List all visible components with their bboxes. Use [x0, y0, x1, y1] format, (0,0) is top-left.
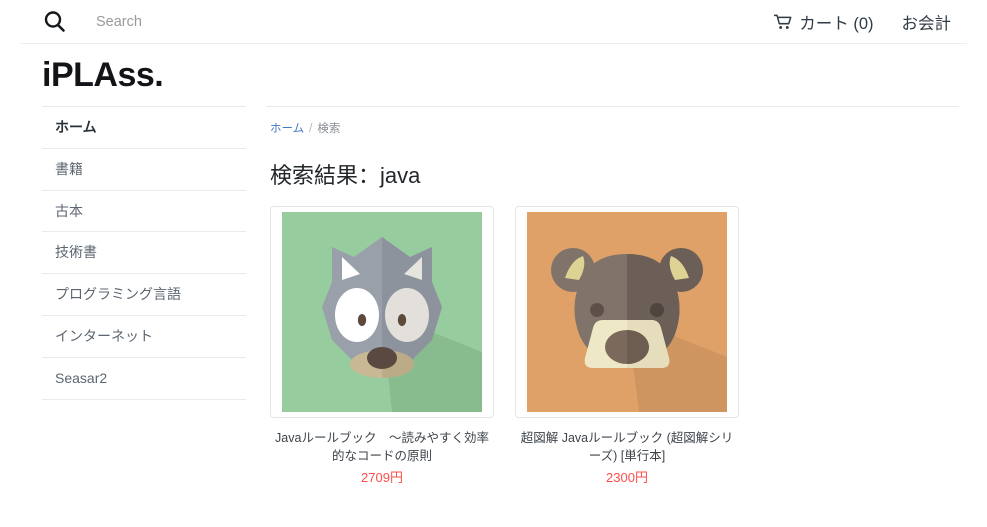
- page-body: ホーム 書籍 古本 技術書 プログラミング言語 インターネット Seasar2 …: [20, 106, 967, 486]
- sidebar-item-technical-books[interactable]: 技術書: [42, 231, 246, 273]
- sidebar-item-programming-languages[interactable]: プログラミング言語: [42, 273, 246, 315]
- search-icon[interactable]: [42, 9, 68, 35]
- product-title[interactable]: Javaルールブック ～読みやすく効率的なコードの原則: [270, 429, 494, 465]
- cart-link[interactable]: カート (0): [773, 10, 874, 34]
- product-grid: Javaルールブック ～読みやすく効率的なコードの原則 2709円 超図解 Ja…: [266, 206, 959, 486]
- sidebar-item-seasar2[interactable]: Seasar2: [42, 356, 246, 400]
- sidebar-item-internet[interactable]: インターネット: [42, 314, 246, 357]
- product-thumbnail-link[interactable]: [270, 206, 494, 418]
- search-input[interactable]: [96, 13, 396, 30]
- page-title: 検索結果：java: [270, 163, 421, 188]
- checkout-link[interactable]: お会計: [902, 10, 952, 34]
- sidebar-item-books[interactable]: 書籍: [42, 147, 246, 190]
- sidebar-nav: ホーム 書籍 古本 技術書 プログラミング言語 インターネット Seasar2: [20, 106, 246, 400]
- search-area: [20, 9, 774, 35]
- product-card: Javaルールブック ～読みやすく効率的なコードの原則 2709円: [270, 206, 494, 486]
- top-header-bar: カート (0) お会計: [0, 0, 987, 44]
- top-nav: カート (0) お会計: [773, 10, 967, 34]
- wolf-avatar-image: [282, 212, 482, 412]
- checkout-label: お会計: [901, 14, 952, 33]
- product-card: 超図解 Javaルールブック (超図解シリーズ) [単行本] 2300円: [515, 206, 739, 486]
- brand-row: iPLAss.: [20, 44, 967, 106]
- main-content: ホーム / 検索 検索結果：java Javaルールブック ～読みやすく効率的な…: [246, 106, 967, 486]
- bear-avatar-image: [527, 212, 727, 412]
- breadcrumb-current: 検索: [317, 123, 341, 135]
- content-divider: ホーム / 検索 検索結果：java Javaルールブック ～読みやすく効率的な…: [266, 106, 959, 486]
- product-price: 2300円: [606, 470, 648, 486]
- cart-label: カート (0): [799, 14, 874, 33]
- product-title[interactable]: 超図解 Javaルールブック (超図解シリーズ) [単行本]: [515, 429, 739, 465]
- product-price: 2709円: [361, 470, 403, 486]
- sidebar-item-used-books[interactable]: 古本: [42, 189, 246, 232]
- breadcrumb-home-link[interactable]: ホーム: [270, 123, 304, 135]
- breadcrumb: ホーム / 検索: [266, 120, 959, 136]
- breadcrumb-separator: /: [309, 123, 313, 135]
- sidebar-item-home[interactable]: ホーム: [42, 106, 246, 148]
- site-logo[interactable]: iPLAss.: [20, 56, 164, 95]
- cart-icon: [773, 14, 793, 30]
- product-thumbnail-link[interactable]: [515, 206, 739, 418]
- top-header-inner: カート (0) お会計: [20, 0, 967, 44]
